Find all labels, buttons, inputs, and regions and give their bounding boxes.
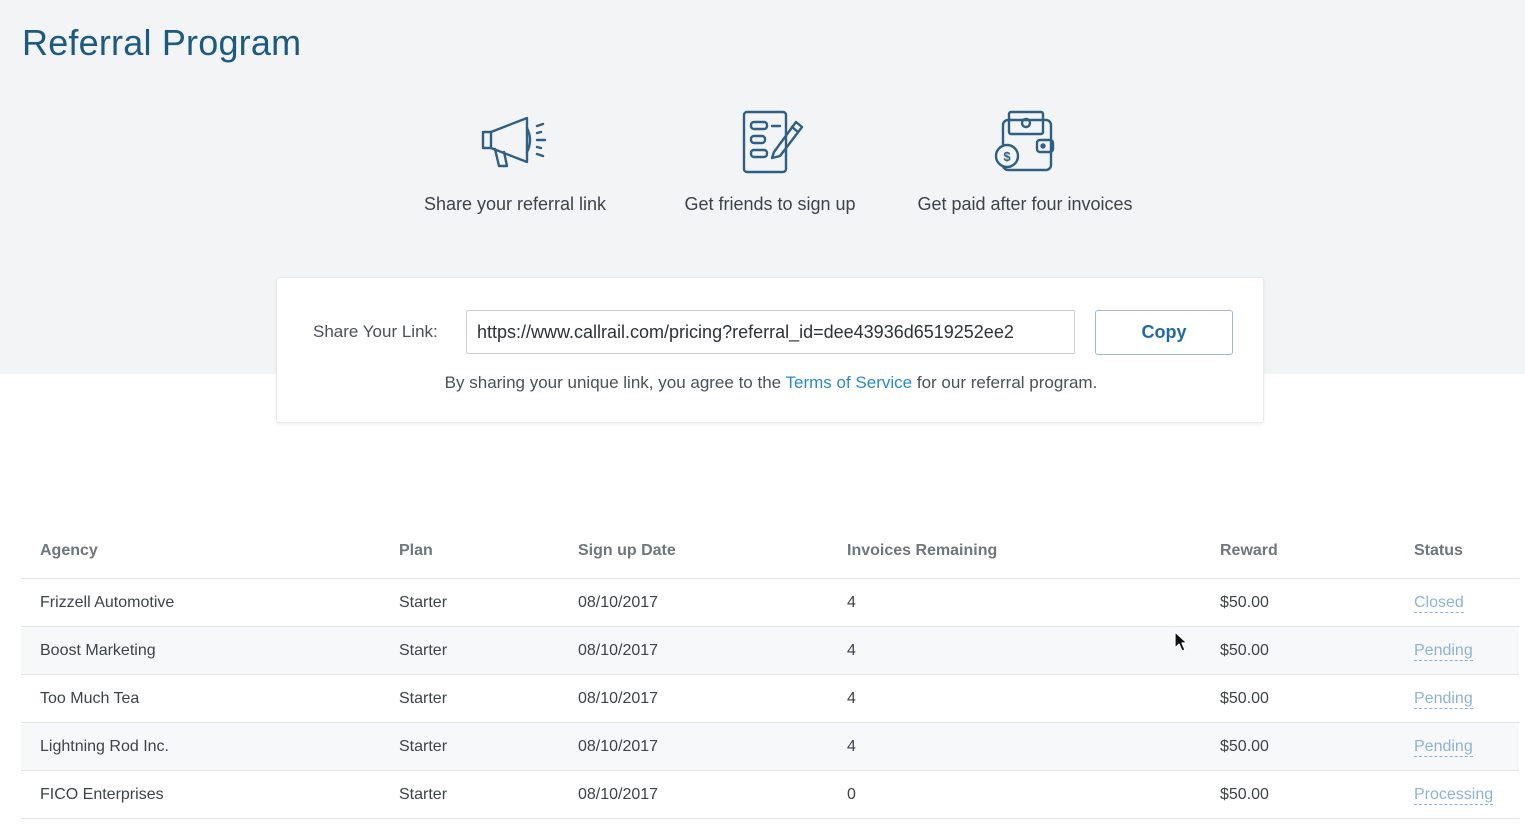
step-label: Share your referral link	[423, 194, 607, 214]
mouse-cursor-icon	[1174, 631, 1188, 652]
cell-plan: Starter	[399, 626, 578, 675]
status-link[interactable]: Pending	[1414, 737, 1473, 757]
cell-reward: $50.00	[1220, 674, 1414, 723]
table-row: Frizzell Automotive Starter 08/10/2017 4…	[21, 578, 1519, 627]
cell-invoices-remaining: 4	[847, 674, 1220, 723]
step-get-paid: $ Get paid after four invoices	[905, 108, 1145, 215]
cell-invoices-remaining: 4	[847, 578, 1220, 627]
terms-prefix: By sharing your unique link, you agree t…	[444, 373, 786, 392]
cell-signup-date: 08/10/2017	[578, 722, 847, 771]
table-row: Too Much Tea Starter 08/10/2017 4 $50.00…	[21, 674, 1519, 723]
cell-invoices-remaining: 4	[847, 722, 1220, 771]
status-link[interactable]: Processing	[1414, 785, 1494, 805]
referral-link-input[interactable]	[466, 310, 1075, 354]
cell-status: Closed	[1414, 578, 1519, 627]
cell-plan: Starter	[399, 722, 578, 771]
terms-of-service-link[interactable]: Terms of Service	[786, 373, 913, 392]
cell-plan: Starter	[399, 770, 578, 819]
cell-agency: FICO Enterprises	[21, 770, 399, 819]
referrals-table: Agency Plan Sign up Date Invoices Remain…	[21, 523, 1519, 819]
page-title: Referral Program	[22, 22, 302, 63]
svg-text:$: $	[1003, 149, 1011, 164]
status-link[interactable]: Closed	[1414, 593, 1464, 613]
column-header-status[interactable]: Status	[1414, 523, 1519, 579]
cell-signup-date: 08/10/2017	[578, 674, 847, 723]
cell-agency: Lightning Rod Inc.	[21, 722, 399, 771]
cell-reward: $50.00	[1220, 770, 1414, 819]
cell-signup-date: 08/10/2017	[578, 770, 847, 819]
column-header-signup-date[interactable]: Sign up Date	[578, 523, 847, 579]
cell-status: Pending	[1414, 626, 1519, 675]
wallet-money-icon: $	[994, 110, 1055, 172]
cell-agency: Frizzell Automotive	[21, 578, 399, 627]
copy-button[interactable]: Copy	[1095, 310, 1233, 355]
cell-reward: $50.00	[1220, 578, 1414, 627]
column-header-invoices-remaining[interactable]: Invoices Remaining	[847, 523, 1220, 579]
megaphone-icon	[481, 116, 547, 168]
column-header-plan[interactable]: Plan	[399, 523, 578, 579]
steps-section: Share your referral link Get friends to …	[0, 108, 1525, 228]
share-link-card: Share Your Link: Copy By sharing your un…	[276, 277, 1264, 423]
terms-suffix: for our referral program.	[912, 373, 1098, 392]
cell-reward: $50.00	[1220, 722, 1414, 771]
step-label: Get friends to sign up	[684, 194, 856, 214]
column-header-reward[interactable]: Reward	[1220, 523, 1414, 579]
table-row: Lightning Rod Inc. Starter 08/10/2017 4 …	[21, 722, 1519, 771]
cell-plan: Starter	[399, 674, 578, 723]
cell-status: Pending	[1414, 722, 1519, 771]
cell-agency: Too Much Tea	[21, 674, 399, 723]
cell-status: Processing	[1414, 770, 1519, 819]
step-friends-signup: Get friends to sign up	[650, 108, 890, 215]
step-label: Get paid after four invoices	[917, 194, 1133, 214]
share-link-label: Share Your Link:	[313, 322, 438, 341]
cell-agency: Boost Marketing	[21, 626, 399, 675]
cell-invoices-remaining: 4	[847, 626, 1220, 675]
terms-notice: By sharing your unique link, you agree t…	[277, 373, 1265, 393]
table-row: FICO Enterprises Starter 08/10/2017 0 $5…	[21, 770, 1519, 819]
cell-plan: Starter	[399, 578, 578, 627]
cell-status: Pending	[1414, 674, 1519, 723]
signup-form-icon	[742, 110, 804, 174]
status-link[interactable]: Pending	[1414, 689, 1473, 709]
table-row: Boost Marketing Starter 08/10/2017 4 $50…	[21, 626, 1519, 675]
cell-signup-date: 08/10/2017	[578, 626, 847, 675]
cell-reward: $50.00	[1220, 626, 1414, 675]
table-header-row: Agency Plan Sign up Date Invoices Remain…	[21, 523, 1519, 579]
cell-signup-date: 08/10/2017	[578, 578, 847, 627]
status-link[interactable]: Pending	[1414, 641, 1473, 661]
cell-invoices-remaining: 0	[847, 770, 1220, 819]
step-share-link: Share your referral link	[395, 108, 635, 215]
column-header-agency[interactable]: Agency	[21, 523, 399, 579]
